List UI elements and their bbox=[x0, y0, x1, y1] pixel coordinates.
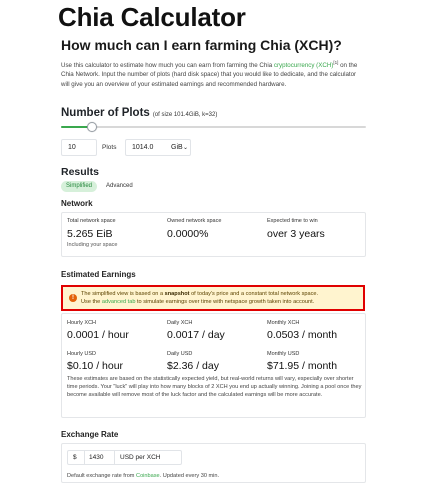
rate-note-part: . Updated every 30 min. bbox=[159, 473, 220, 479]
alert-text-part: Use the bbox=[81, 299, 102, 305]
plot-size-note: (of size 101.4GiB, k=32) bbox=[152, 112, 218, 118]
alert-text-part: The simplified view is based on a bbox=[81, 291, 165, 297]
stat-label: Daily USD bbox=[167, 351, 193, 357]
stat-subtext: Including your space bbox=[67, 242, 118, 248]
tab-advanced[interactable]: Advanced bbox=[101, 181, 138, 192]
stat-label: Owned network space bbox=[167, 218, 222, 224]
exchange-rate-input[interactable]: $ 1430 USD per XCH bbox=[67, 450, 182, 465]
snapshot-alert: ! The simplified view is based on a snap… bbox=[61, 285, 365, 311]
stat-label: Total network space bbox=[67, 218, 116, 224]
total-netspace-value: 5.265 EiB bbox=[67, 228, 113, 240]
earnings-disclaimer: These estimates are based on the statist… bbox=[67, 376, 362, 399]
daily-xch-value: 0.0017 / day bbox=[167, 329, 225, 341]
exchange-rate-note: Default exchange rate from Coinbase. Upd… bbox=[67, 473, 219, 479]
plots-heading: Number of Plots (of size 101.4GiB, k=32) bbox=[61, 107, 217, 119]
network-card: Total network space 5.265 EiB Including … bbox=[61, 212, 366, 257]
stat-label: Expected time to win bbox=[267, 218, 318, 224]
alert-text: The simplified view is based on a snapsh… bbox=[81, 290, 359, 306]
earnings-card: Hourly XCH 0.0001 / hour Daily XCH 0.001… bbox=[61, 313, 366, 418]
alert-bold: snapshot bbox=[164, 291, 190, 297]
slider-track[interactable] bbox=[61, 126, 366, 128]
divider bbox=[114, 451, 115, 464]
chevron-down-icon[interactable]: ⌄ bbox=[183, 144, 188, 151]
page-subtitle: How much can I earn farming Chia (XCH)? bbox=[61, 37, 342, 53]
monthly-xch-value: 0.0503 / month bbox=[267, 329, 338, 341]
tab-simplified[interactable]: Simplified bbox=[61, 181, 98, 192]
plots-slider[interactable] bbox=[61, 122, 366, 132]
stat-label: Hourly USD bbox=[67, 351, 97, 357]
plot-size-value[interactable]: 1014.0 bbox=[132, 144, 153, 151]
hourly-usd-value: $0.10 / hour bbox=[67, 360, 124, 372]
plots-heading-label: Number of Plots bbox=[61, 107, 150, 119]
alert-text-part: to simulate earnings over time with nets… bbox=[135, 299, 315, 305]
coinbase-link[interactable]: Coinbase bbox=[136, 473, 160, 479]
exchange-rate-value[interactable]: 1430 bbox=[89, 454, 103, 461]
alert-text-part: of today's price and a constant total ne… bbox=[189, 291, 319, 297]
results-heading: Results bbox=[61, 166, 99, 178]
intro-text-part1: Use this calculator to estimate how much… bbox=[61, 62, 274, 70]
page-title: Chia Calculator bbox=[58, 2, 246, 32]
stat-label: Monthly XCH bbox=[267, 320, 300, 326]
plot-count-input[interactable]: 10 bbox=[61, 139, 97, 156]
alert-line-2: Use the advanced tab to simulate earning… bbox=[81, 298, 359, 306]
plots-label: Plots bbox=[102, 144, 117, 151]
owned-netspace-value: 0.0000% bbox=[167, 228, 209, 240]
time-to-win-value: over 3 years bbox=[267, 228, 325, 240]
exchange-rate-unit: USD per XCH bbox=[120, 454, 161, 461]
crypto-link[interactable]: cryptocurrency (XCH) bbox=[274, 62, 333, 69]
exchange-card: $ 1430 USD per XCH Default exchange rate… bbox=[61, 443, 366, 483]
plot-size-select[interactable]: 1014.0 GiB ⌄ bbox=[125, 139, 191, 156]
intro-text: Use this calculator to estimate how much… bbox=[61, 58, 361, 89]
stat-label: Hourly XCH bbox=[67, 320, 97, 326]
monthly-usd-value: $71.95 / month bbox=[267, 360, 338, 372]
exchange-heading: Exchange Rate bbox=[61, 430, 119, 439]
stat-label: Daily XCH bbox=[167, 320, 193, 326]
rate-note-part: Default exchange rate from bbox=[67, 473, 137, 479]
hourly-xch-value: 0.0001 / hour bbox=[67, 329, 129, 341]
warning-icon: ! bbox=[69, 294, 77, 302]
daily-usd-value: $2.36 / day bbox=[167, 360, 219, 372]
currency-symbol: $ bbox=[73, 454, 77, 461]
advanced-tab-link[interactable]: advanced tab bbox=[102, 299, 136, 305]
stat-label: Monthly USD bbox=[267, 351, 300, 357]
earnings-heading: Estimated Earnings bbox=[61, 270, 136, 279]
divider bbox=[84, 451, 85, 464]
alert-line-1: The simplified view is based on a snapsh… bbox=[81, 290, 359, 298]
network-heading: Network bbox=[61, 199, 93, 208]
slider-thumb[interactable] bbox=[87, 122, 97, 132]
plot-size-unit[interactable]: GiB bbox=[171, 144, 183, 151]
